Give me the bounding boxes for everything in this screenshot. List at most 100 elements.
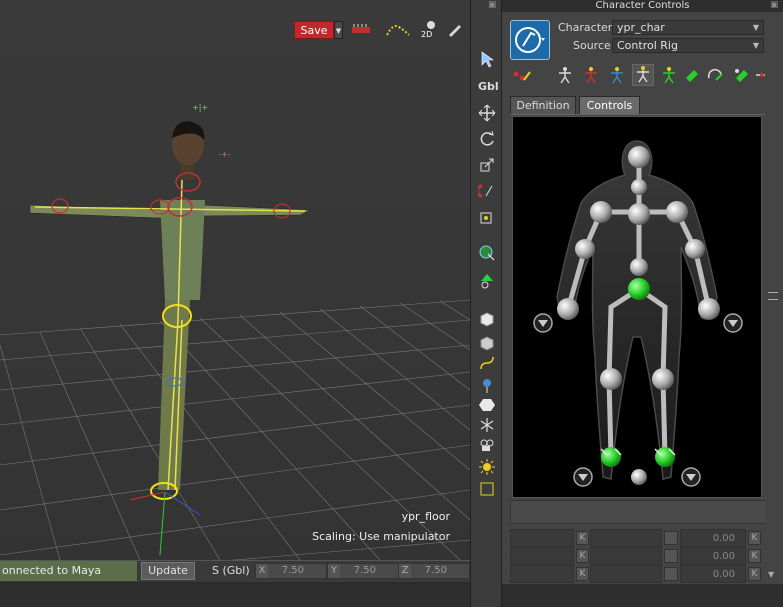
3d-viewport[interactable]: +|+ -+- Save ▼ 2D ypr_floor Scaling: Use… <box>0 0 470 560</box>
panel-scrollbar[interactable]: ▼ <box>765 30 783 584</box>
tab-definition[interactable]: Definition <box>510 96 576 114</box>
left-ankle-joint-pinned[interactable] <box>601 447 621 467</box>
selected-object-label: ypr_floor <box>401 510 450 523</box>
resize-grip-icon[interactable] <box>768 292 778 300</box>
scale-x-field[interactable]: X 7.50 <box>255 563 327 579</box>
snap-icon[interactable] <box>478 272 496 290</box>
attribute-row: K 0.00 K <box>510 529 772 547</box>
rig-figure[interactable] <box>513 117 761 497</box>
scale-y-value: 7.50 <box>353 565 376 576</box>
rotate-icon[interactable] <box>478 130 496 148</box>
right-wrist-joint[interactable] <box>698 298 720 320</box>
figure-body-icon[interactable] <box>582 66 600 84</box>
head-joint[interactable] <box>628 146 650 168</box>
paint-drop-icon[interactable] <box>478 376 496 394</box>
character-logo-icon[interactable] <box>510 20 550 60</box>
ik-magnet-icon[interactable] <box>478 182 496 200</box>
pin-rotation-icon[interactable] <box>706 66 726 84</box>
attribute-field[interactable] <box>590 547 662 565</box>
curve-path-icon[interactable] <box>478 354 496 372</box>
attribute-field[interactable] <box>510 547 574 565</box>
attribute-field[interactable] <box>590 529 662 547</box>
marker-box-icon[interactable] <box>478 480 496 498</box>
paint-brush-icon[interactable] <box>445 21 465 39</box>
floor-contact-joint[interactable] <box>631 469 647 485</box>
character-label: Character: <box>558 21 616 34</box>
source-dropdown[interactable]: Control Rig ▼ <box>612 38 764 53</box>
character-dropdown[interactable]: ypr_char ▼ <box>612 20 764 35</box>
character-value: ypr_char <box>617 21 665 34</box>
right-ankle-joint-pinned[interactable] <box>655 447 675 467</box>
camera-icon[interactable] <box>478 436 496 454</box>
attribute-value[interactable]: 0.00 <box>680 529 746 547</box>
panel-title: Character Controls <box>502 0 783 12</box>
control-rig-view[interactable] <box>512 116 762 498</box>
2d-view-label: 2D <box>421 30 433 39</box>
expand-right-hand-icon[interactable] <box>723 313 743 333</box>
chest-joint[interactable] <box>628 203 650 225</box>
attribute-toggle[interactable] <box>664 567 678 581</box>
hexagon-icon[interactable] <box>478 396 496 414</box>
attribute-field[interactable] <box>590 565 662 583</box>
hips-joint-selected[interactable] <box>628 278 650 300</box>
scale-icon[interactable] <box>478 156 496 174</box>
figure-full-icon[interactable] <box>660 66 678 84</box>
expand-left-hand-icon[interactable] <box>533 313 553 333</box>
panel-lower-area <box>510 500 772 524</box>
key-button[interactable]: K <box>748 549 761 563</box>
ruler-icon[interactable] <box>350 21 374 39</box>
globe-select-icon[interactable] <box>478 244 496 262</box>
scale-z-field[interactable]: Z 7.50 <box>398 563 470 579</box>
neck-joint[interactable] <box>631 179 647 195</box>
cube-solid-icon[interactable] <box>478 310 496 328</box>
left-knee-joint[interactable] <box>600 368 622 390</box>
key-button[interactable]: K <box>748 567 761 581</box>
key-button[interactable]: K <box>576 567 589 581</box>
attribute-toggle[interactable] <box>664 531 678 545</box>
scale-y-field[interactable]: Y 7.50 <box>327 563 399 579</box>
attribute-value[interactable]: 0.00 <box>680 565 746 583</box>
left-wrist-joint[interactable] <box>557 298 579 320</box>
expand-right-foot-icon[interactable] <box>681 467 701 487</box>
save-dropdown-arrow-icon[interactable]: ▼ <box>334 21 343 39</box>
left-shoulder-joint[interactable] <box>590 201 612 223</box>
right-knee-joint[interactable] <box>652 368 674 390</box>
viewport-scene[interactable]: +|+ -+- <box>0 0 470 560</box>
pivot-icon[interactable] <box>478 208 496 226</box>
select-arrow-icon[interactable] <box>478 50 496 68</box>
close-panel-icon[interactable]: ▣ <box>770 0 780 10</box>
attribute-field[interactable] <box>510 529 574 547</box>
cube-icon[interactable] <box>478 334 496 352</box>
figure-stance-icon[interactable] <box>556 66 574 84</box>
pin-both-icon[interactable] <box>732 66 752 84</box>
right-elbow-joint[interactable] <box>685 239 705 259</box>
spine-joint[interactable] <box>630 258 648 276</box>
left-elbow-joint[interactable] <box>575 239 595 259</box>
figure-selected-icon[interactable] <box>632 64 654 86</box>
figure-ik-icon[interactable] <box>608 66 626 84</box>
update-button[interactable]: Update <box>141 562 195 580</box>
key-button[interactable]: K <box>576 531 589 545</box>
source-value: Control Rig <box>617 39 678 52</box>
attribute-field[interactable] <box>510 565 574 583</box>
right-shoulder-joint[interactable] <box>666 201 688 223</box>
move-icon[interactable] <box>478 104 496 122</box>
2d-view-icon[interactable]: 2D <box>421 21 439 39</box>
snowflake-icon[interactable] <box>478 416 496 434</box>
axis-z-label: Z <box>399 564 411 578</box>
key-button[interactable]: K <box>576 549 589 563</box>
key-button[interactable]: K <box>748 531 761 545</box>
curve-dots-icon[interactable] <box>385 21 411 39</box>
global-space-toggle[interactable]: Gbl <box>478 78 499 96</box>
expand-left-foot-icon[interactable] <box>573 467 593 487</box>
attribute-value[interactable]: 0.00 <box>680 547 746 565</box>
attribute-toggle[interactable] <box>664 549 678 563</box>
pin-icon[interactable]: ▣ <box>488 0 498 10</box>
scroll-down-icon[interactable]: ▼ <box>768 570 774 579</box>
effectors-icon[interactable] <box>510 66 532 84</box>
light-icon[interactable] <box>478 458 496 476</box>
attribute-row: K 0.00 K <box>510 547 772 565</box>
tab-controls[interactable]: Controls <box>579 96 640 114</box>
pin-translation-icon[interactable] <box>682 66 702 84</box>
save-button[interactable]: Save <box>294 21 334 39</box>
